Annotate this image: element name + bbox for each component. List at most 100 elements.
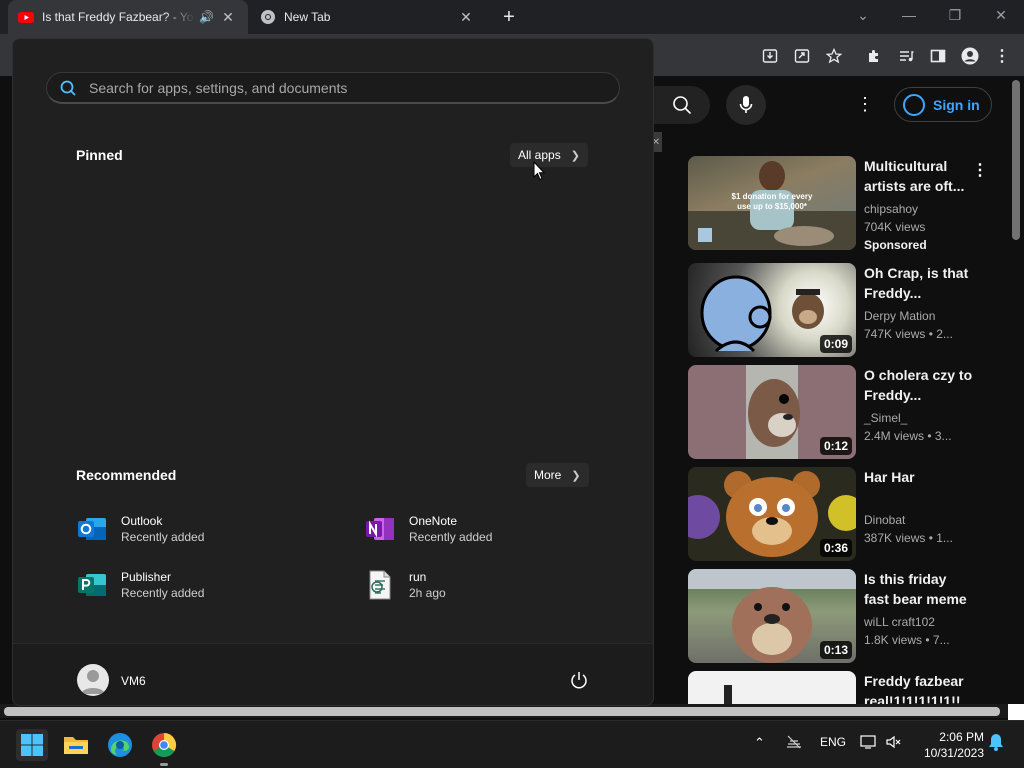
video-item[interactable]: 0:13 Is this friday fast bear meme wiLL … xyxy=(688,569,988,665)
recommended-item-publisher[interactable]: Publisher Recently added xyxy=(76,565,336,605)
video-thumbnail[interactable]: 0:13 xyxy=(688,569,856,663)
new-tab-button[interactable]: + xyxy=(498,6,520,28)
youtube-search-button[interactable] xyxy=(654,86,710,124)
video-thumbnail[interactable]: 0:09 xyxy=(688,263,856,357)
video-duration: 0:36 xyxy=(819,539,852,557)
video-item[interactable]: 0:09 Oh Crap, is that Freddy... Derpy Ma… xyxy=(688,263,988,359)
close-window-icon[interactable]: ✕ xyxy=(978,0,1024,30)
channel-name[interactable]: chipsahoy xyxy=(864,200,974,218)
install-icon[interactable] xyxy=(760,46,780,66)
close-tab-icon[interactable]: ✕ xyxy=(458,9,474,25)
pinned-section-title: Pinned xyxy=(76,147,123,163)
recommended-item-name: run xyxy=(409,570,427,584)
channel-name[interactable]: wiLL craft102 xyxy=(864,613,974,631)
script-file-icon xyxy=(364,569,396,601)
language-indicator[interactable]: ENG xyxy=(820,735,846,749)
profile-icon[interactable] xyxy=(960,46,980,66)
recommended-section-title: Recommended xyxy=(76,467,177,483)
tab-search-icon[interactable]: ⌄ xyxy=(840,0,886,30)
search-icon xyxy=(673,96,692,115)
channel-name[interactable]: _Simel_ xyxy=(864,409,974,427)
mouse-cursor-icon xyxy=(533,161,545,181)
chrome-menu-icon[interactable]: ⋮ xyxy=(992,46,1012,66)
restore-icon[interactable]: ❐ xyxy=(932,0,978,30)
video-title[interactable]: Freddy fazbear real!1!1!1!1!1!! xyxy=(864,671,974,704)
chevron-right-icon: ❯ xyxy=(571,469,581,482)
speaker-icon[interactable]: 🔊 xyxy=(199,10,214,24)
file-explorer-button[interactable] xyxy=(60,729,92,761)
video-info: Multicultural artists are oft... chipsah… xyxy=(864,156,974,254)
tab-youtube[interactable]: Is that Freddy Fazbear? - YouTube 🔊 ✕ xyxy=(8,0,248,34)
minimize-icon[interactable]: — xyxy=(886,0,932,30)
show-hidden-icons-icon[interactable]: ⌃ xyxy=(754,735,765,751)
video-info: Har Har Dinobat 387K views • 1... xyxy=(864,467,974,547)
more-button[interactable]: More ❯ xyxy=(526,463,589,487)
recommended-item-name: Publisher xyxy=(121,570,172,584)
channel-name[interactable]: Derpy Mation xyxy=(864,307,974,325)
display-icon[interactable] xyxy=(860,735,878,752)
video-title[interactable]: Oh Crap, is that Freddy... xyxy=(864,263,974,303)
voice-search-button[interactable] xyxy=(726,85,766,125)
video-meta: 704K views xyxy=(864,220,926,234)
clock-date: 10/31/2023 xyxy=(923,746,984,760)
user-name[interactable]: VM6 xyxy=(121,674,146,688)
chrome-button[interactable] xyxy=(148,729,180,761)
browser-tab-strip: Is that Freddy Fazbear? - YouTube 🔊 ✕ Ne… xyxy=(0,0,1024,34)
media-control-icon[interactable] xyxy=(896,46,916,66)
more-label: More xyxy=(534,468,562,482)
user-avatar[interactable] xyxy=(77,664,109,696)
start-button[interactable] xyxy=(16,729,48,761)
share-icon[interactable] xyxy=(792,46,812,66)
video-title[interactable]: O cholera czy to Freddy... xyxy=(864,365,974,405)
system-clock[interactable]: 2:06 PM 10/31/2023 xyxy=(914,729,984,761)
close-tab-icon[interactable]: ✕ xyxy=(220,9,236,25)
video-thumbnail[interactable]: $1 donation for every use up to $15,000* xyxy=(688,156,856,250)
edge-button[interactable] xyxy=(104,729,136,761)
channel-name[interactable]: Dinobat xyxy=(864,511,974,529)
tab-title: New Tab xyxy=(284,10,331,24)
youtube-settings-menu-icon[interactable]: ⋮ xyxy=(856,92,874,116)
edge-icon xyxy=(108,733,132,757)
start-search-input[interactable] xyxy=(89,79,589,96)
video-meta: 1.8K views • 7... xyxy=(864,633,950,647)
start-menu-footer: VM6 xyxy=(13,643,653,705)
video-thumbnail[interactable]: 0:36 xyxy=(688,467,856,561)
account-icon xyxy=(903,93,925,116)
notification-bell-icon[interactable] xyxy=(988,733,1004,754)
video-menu-icon[interactable]: ⋮ xyxy=(972,160,988,180)
recommended-item-outlook[interactable]: Outlook Recently added xyxy=(76,509,336,549)
running-indicator xyxy=(160,763,168,766)
video-title[interactable]: Har Har xyxy=(864,467,974,507)
search-icon xyxy=(60,80,76,96)
power-icon[interactable] xyxy=(569,670,589,690)
scrollbar-corner xyxy=(1008,704,1024,720)
video-item[interactable]: 0:36 Har Har Dinobat 387K views • 1... xyxy=(688,467,988,563)
video-thumbnail[interactable]: 0:12 xyxy=(688,365,856,459)
extensions-icon[interactable] xyxy=(864,46,884,66)
sign-in-button[interactable]: Sign in xyxy=(894,87,992,122)
windows-logo-icon xyxy=(21,734,43,756)
network-off-icon[interactable] xyxy=(786,735,802,752)
recommended-item-run[interactable]: run 2h ago xyxy=(364,565,624,605)
video-thumbnail[interactable] xyxy=(688,671,856,704)
horizontal-scrollbar-thumb[interactable] xyxy=(4,707,1000,716)
video-info: Is this friday fast bear meme wiLL craft… xyxy=(864,569,974,649)
recommended-item-sub: Recently added xyxy=(121,530,205,544)
bookmark-star-icon[interactable] xyxy=(824,46,844,66)
video-item[interactable]: 0:12 O cholera czy to Freddy... _Simel_ … xyxy=(688,365,988,461)
tab-new-tab[interactable]: New Tab ✕ xyxy=(250,0,486,34)
video-title[interactable]: Multicultural artists are oft... xyxy=(864,156,974,196)
video-meta: 747K views • 2... xyxy=(864,327,953,341)
recommended-item-sub: Recently added xyxy=(121,586,205,600)
video-title[interactable]: Is this friday fast bear meme xyxy=(864,569,974,609)
video-item[interactable]: Freddy fazbear real!1!1!1!1!1!! xyxy=(688,671,988,704)
side-panel-icon[interactable] xyxy=(928,46,948,66)
video-info: Freddy fazbear real!1!1!1!1!1!! xyxy=(864,671,974,704)
recommended-item-onenote[interactable]: OneNote Recently added xyxy=(364,509,624,549)
volume-muted-icon[interactable] xyxy=(886,735,902,752)
start-search-box[interactable] xyxy=(46,72,620,104)
all-apps-button[interactable]: All apps ❯ xyxy=(510,143,588,167)
video-item[interactable]: $1 donation for every use up to $15,000*… xyxy=(688,156,988,252)
page-scrollbar[interactable] xyxy=(1012,80,1020,240)
recommended-item-sub: 2h ago xyxy=(409,586,446,600)
